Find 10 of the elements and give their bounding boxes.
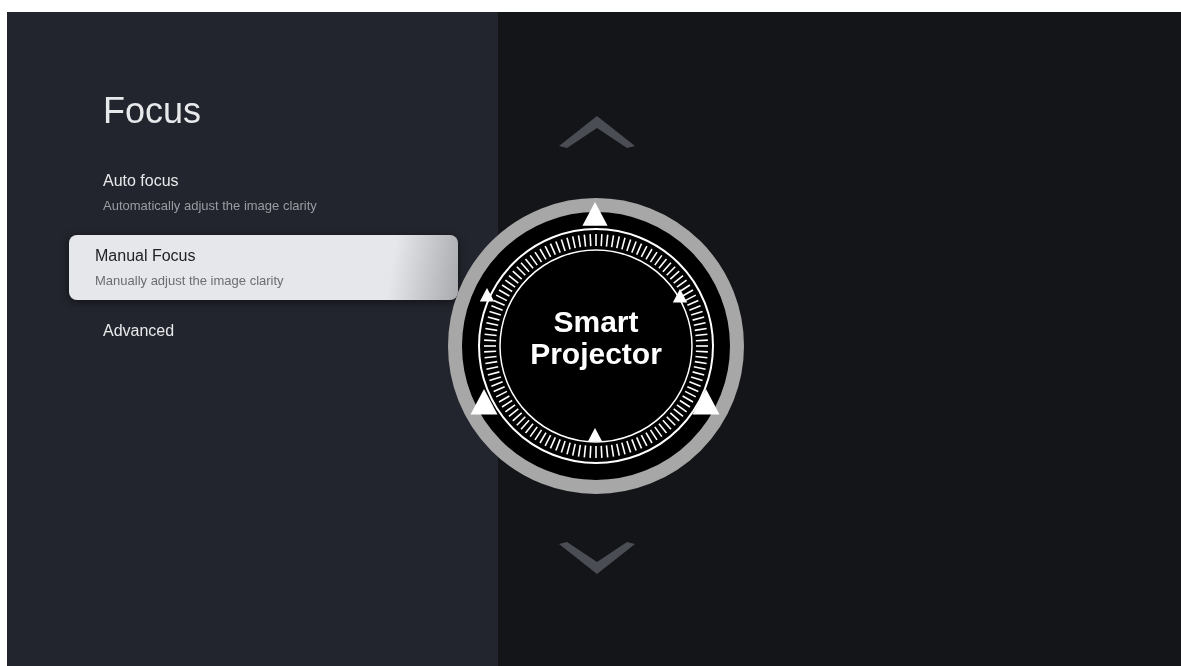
dial-label: Smart Projector <box>529 306 663 370</box>
menu-item[interactable]: Manual Focus Manually adjust the image clarity <box>69 235 458 300</box>
item-label: Manual Focus <box>95 247 197 265</box>
panel-title: Focus <box>103 90 203 132</box>
menu-item[interactable]: Advanced <box>69 310 209 352</box>
item-description: Automatically adjust the image clarity <box>103 198 317 213</box>
menu-item[interactable]: Auto focus Automatically adjust the image clarity <box>69 160 351 225</box>
item-label: Advanced <box>103 322 175 340</box>
item-label: Auto focus <box>103 172 180 190</box>
item-description: Manually adjust the image clarity <box>95 273 285 288</box>
